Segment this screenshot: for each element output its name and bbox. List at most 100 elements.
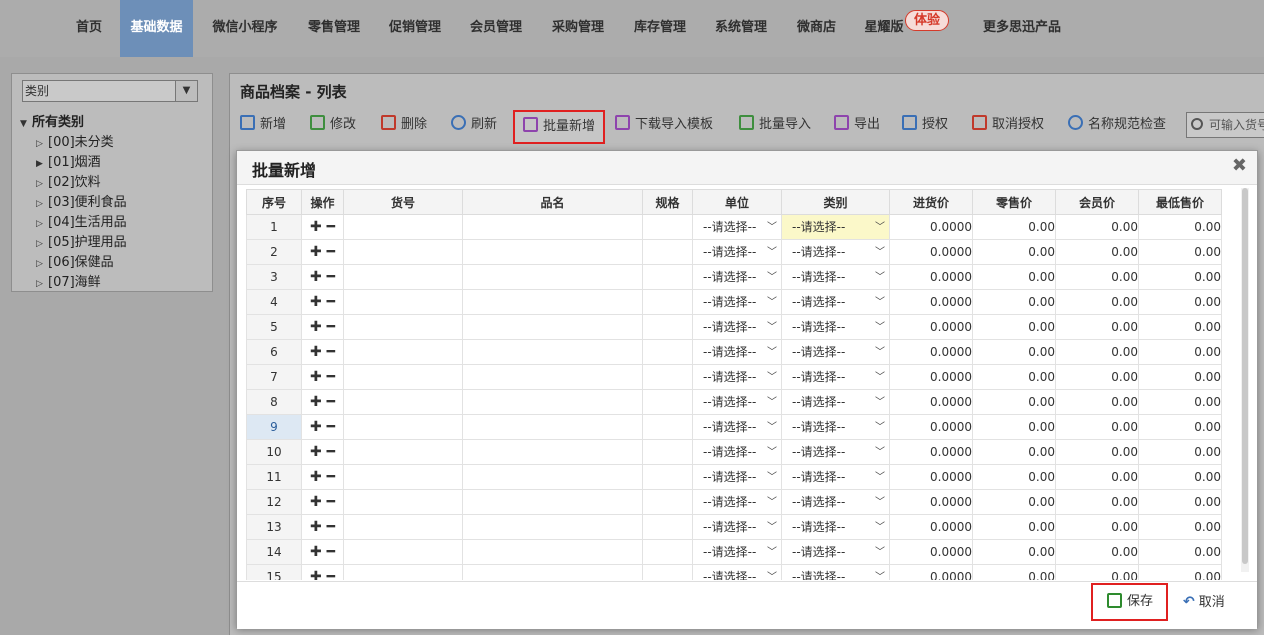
category-select[interactable]: --请选择-- ﹀	[781, 264, 890, 290]
nav-promo[interactable]: 促销管理	[381, 0, 449, 57]
triangle-right-icon[interactable]: ▷	[36, 275, 48, 293]
table-row[interactable]: 15 ✚ ━ --请选择-- ﹀ --请选择-- ﹀ 0.0000 0.00 0.00 0.00	[246, 564, 1222, 581]
minus-icon[interactable]: ━	[327, 519, 335, 535]
sku-cell[interactable]	[343, 489, 463, 515]
unit-select[interactable]: --请选择-- ﹀	[692, 489, 782, 515]
tree-item[interactable]: ▷ [07]海鲜	[36, 274, 101, 293]
chevron-down-icon[interactable]: ﹀	[767, 466, 777, 489]
purchase-price-cell[interactable]: 0.0000	[889, 339, 973, 365]
category-select[interactable]: --请选择-- ﹀	[781, 489, 890, 515]
category-select[interactable]: --请选择-- ﹀	[781, 564, 890, 580]
category-select[interactable]: --请选择-- ﹀	[781, 339, 890, 365]
spec-cell[interactable]	[642, 264, 693, 290]
triangle-right-icon[interactable]: ▷	[36, 175, 48, 193]
minus-icon[interactable]: ━	[327, 219, 335, 235]
min-price-cell[interactable]: 0.00	[1138, 439, 1222, 465]
chevron-down-icon[interactable]: ﹀	[875, 341, 885, 364]
minus-icon[interactable]: ━	[327, 394, 335, 410]
name-cell[interactable]	[462, 564, 643, 580]
close-icon[interactable]: ✖	[1232, 155, 1247, 176]
purchase-price-cell[interactable]: 0.0000	[889, 514, 973, 540]
download-template-button[interactable]: 下载导入模板	[615, 108, 713, 142]
min-price-cell[interactable]: 0.00	[1138, 464, 1222, 490]
min-price-cell[interactable]: 0.00	[1138, 289, 1222, 315]
spec-cell[interactable]	[642, 564, 693, 580]
unit-select[interactable]: --请选择-- ﹀	[692, 564, 782, 581]
spec-cell[interactable]	[642, 214, 693, 240]
name-cell[interactable]	[462, 314, 643, 340]
spec-cell[interactable]	[642, 489, 693, 515]
purchase-price-cell[interactable]: 0.0000	[889, 264, 973, 290]
purchase-price-cell[interactable]: 0.0000	[889, 489, 973, 515]
name-cell[interactable]	[462, 439, 643, 465]
minus-icon[interactable]: ━	[327, 244, 335, 260]
minus-icon[interactable]: ━	[327, 344, 335, 360]
minus-icon[interactable]: ━	[327, 294, 335, 310]
minus-icon[interactable]: ━	[327, 319, 335, 335]
name-cell[interactable]	[462, 514, 643, 540]
sku-cell[interactable]	[343, 514, 463, 540]
min-price-cell[interactable]: 0.00	[1138, 214, 1222, 240]
member-price-cell[interactable]: 0.00	[1055, 489, 1139, 515]
spec-cell[interactable]	[642, 239, 693, 265]
unit-select[interactable]: --请选择-- ﹀	[692, 339, 782, 365]
table-row[interactable]: 11 ✚ ━ --请选择-- ﹀ --请选择-- ﹀ 0.0000 0.00 0.00 0.00	[246, 464, 1222, 490]
member-price-cell[interactable]: 0.00	[1055, 239, 1139, 265]
name-check-button[interactable]: 名称规范检查	[1068, 108, 1166, 142]
name-cell[interactable]	[462, 539, 643, 565]
chevron-down-icon[interactable]: ﹀	[875, 241, 885, 264]
minus-icon[interactable]: ━	[327, 369, 335, 385]
chevron-down-icon[interactable]: ﹀	[767, 291, 777, 314]
chevron-down-icon[interactable]: ﹀	[767, 566, 777, 581]
retail-price-cell[interactable]: 0.00	[972, 389, 1056, 415]
category-select[interactable]: --请选择-- ﹀	[781, 239, 890, 265]
chevron-down-icon[interactable]: ﹀	[767, 516, 777, 539]
plus-icon[interactable]: ✚	[310, 319, 322, 335]
name-cell[interactable]	[462, 239, 643, 265]
chevron-down-icon[interactable]: ﹀	[875, 216, 885, 239]
member-price-cell[interactable]: 0.00	[1055, 264, 1139, 290]
min-price-cell[interactable]: 0.00	[1138, 514, 1222, 540]
member-price-cell[interactable]: 0.00	[1055, 439, 1139, 465]
member-price-cell[interactable]: 0.00	[1055, 314, 1139, 340]
nav-micro-store[interactable]: 微商店	[789, 0, 844, 57]
unit-select[interactable]: --请选择-- ﹀	[692, 289, 782, 315]
chevron-down-icon[interactable]: ﹀	[767, 491, 777, 514]
purchase-price-cell[interactable]: 0.0000	[889, 314, 973, 340]
purchase-price-cell[interactable]: 0.0000	[889, 539, 973, 565]
sku-cell[interactable]	[343, 214, 463, 240]
category-select[interactable]: --请选择-- ﹀	[781, 539, 890, 565]
triangle-right-icon[interactable]: ▶	[36, 155, 48, 173]
unit-select[interactable]: --请选择-- ﹀	[692, 414, 782, 440]
spec-cell[interactable]	[642, 464, 693, 490]
plus-icon[interactable]: ✚	[310, 294, 322, 310]
refresh-button[interactable]: 刷新	[451, 108, 497, 142]
purchase-price-cell[interactable]: 0.0000	[889, 464, 973, 490]
plus-icon[interactable]: ✚	[310, 394, 322, 410]
retail-price-cell[interactable]: 0.00	[972, 264, 1056, 290]
triangle-right-icon[interactable]: ▷	[36, 255, 48, 273]
table-row[interactable]: 14 ✚ ━ --请选择-- ﹀ --请选择-- ﹀ 0.0000 0.00 0.00 0.00	[246, 539, 1222, 565]
retail-price-cell[interactable]: 0.00	[972, 314, 1056, 340]
plus-icon[interactable]: ✚	[310, 244, 322, 260]
member-price-cell[interactable]: 0.00	[1055, 539, 1139, 565]
tree-item[interactable]: ▷ [06]保健品	[36, 254, 114, 273]
plus-icon[interactable]: ✚	[310, 369, 322, 385]
chevron-down-icon[interactable]: ﹀	[767, 366, 777, 389]
retail-price-cell[interactable]: 0.00	[972, 539, 1056, 565]
plus-icon[interactable]: ✚	[310, 569, 322, 580]
sku-cell[interactable]	[343, 439, 463, 465]
retail-price-cell[interactable]: 0.00	[972, 464, 1056, 490]
min-price-cell[interactable]: 0.00	[1138, 339, 1222, 365]
nav-star[interactable]: 星耀版	[857, 0, 911, 57]
cancel-button[interactable]: ↶ 取消	[1183, 585, 1225, 619]
retail-price-cell[interactable]: 0.00	[972, 489, 1056, 515]
retail-price-cell[interactable]: 0.00	[972, 289, 1056, 315]
unit-select[interactable]: --请选择-- ﹀	[692, 464, 782, 490]
spec-cell[interactable]	[642, 314, 693, 340]
minus-icon[interactable]: ━	[327, 569, 335, 580]
name-cell[interactable]	[462, 464, 643, 490]
chevron-down-icon[interactable]: ﹀	[875, 316, 885, 339]
spec-cell[interactable]	[642, 389, 693, 415]
chevron-down-icon[interactable]: ﹀	[875, 291, 885, 314]
